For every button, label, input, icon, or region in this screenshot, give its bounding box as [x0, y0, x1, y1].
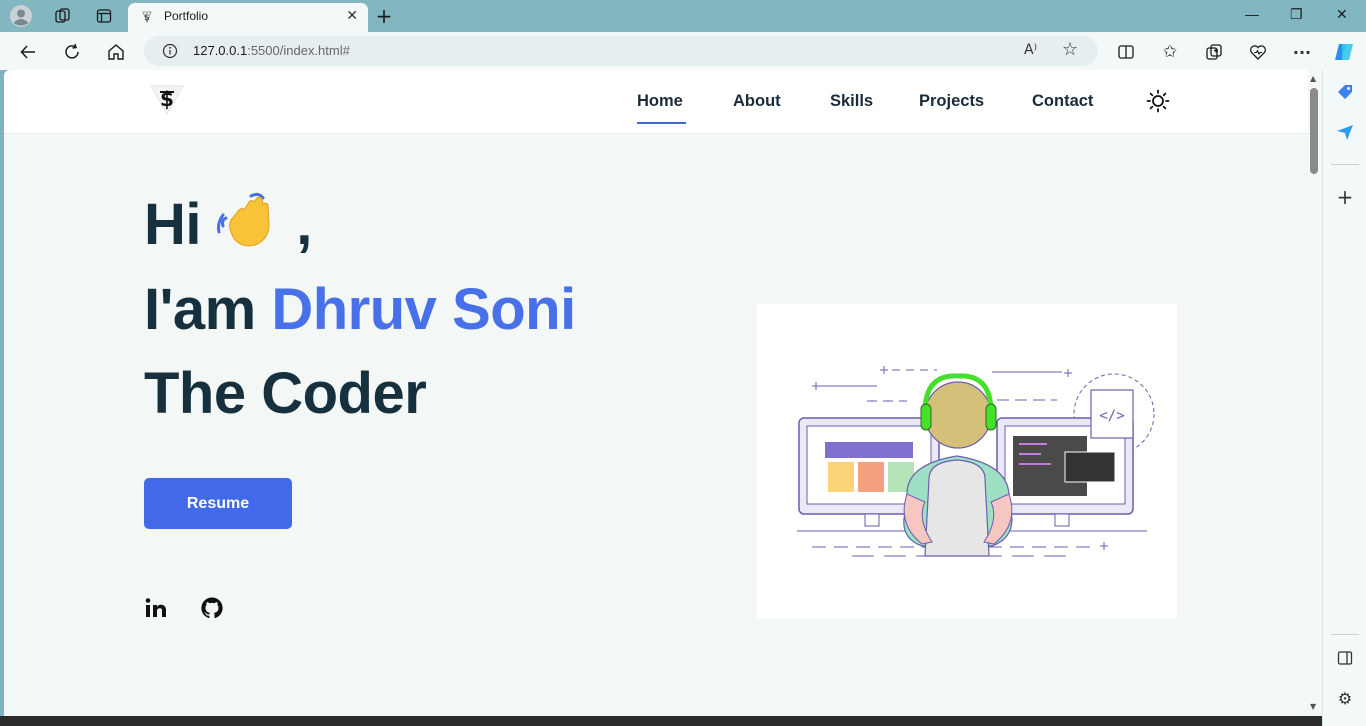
nav-skills[interactable]: Skills: [830, 92, 873, 111]
copilot-icon[interactable]: [1332, 40, 1356, 64]
hide-sidebar-icon[interactable]: [1333, 646, 1357, 670]
hero-greeting: Hi ,: [144, 192, 312, 257]
close-icon[interactable]: ✕: [346, 8, 358, 24]
send-icon[interactable]: [1333, 120, 1357, 144]
refresh-icon[interactable]: [60, 40, 84, 64]
page-viewport: $ Home About Skills Projects Contact Hi …: [4, 70, 1308, 716]
sun-icon[interactable]: [1146, 89, 1170, 113]
github-icon[interactable]: [200, 596, 224, 620]
coder-illustration: </>: [757, 304, 1177, 619]
nav-home[interactable]: Home: [637, 92, 683, 111]
shopping-tag-icon[interactable]: [1333, 80, 1357, 104]
scroll-up-icon[interactable]: ▲: [1310, 74, 1316, 83]
taskbar-edge: [0, 716, 1322, 726]
minimize-icon[interactable]: —: [1245, 6, 1259, 22]
scrollbar-thumb[interactable]: [1310, 88, 1318, 174]
svg-text:$: $: [144, 13, 150, 23]
site-logo[interactable]: $: [148, 84, 186, 116]
read-aloud-icon[interactable]: A⁾: [1024, 42, 1037, 58]
restore-icon[interactable]: ❐: [1290, 6, 1303, 23]
nav-active-indicator: [637, 122, 686, 124]
home-icon[interactable]: [104, 40, 128, 64]
svg-text:$: $: [160, 87, 174, 111]
scroll-down-icon[interactable]: ▼: [1310, 702, 1316, 711]
url-text: 127.0.0.1:5500/index.html#: [193, 43, 350, 58]
hero-tagline: The Coder: [144, 361, 427, 426]
resume-button[interactable]: Resume: [144, 478, 292, 529]
window-close-icon[interactable]: ✕: [1336, 6, 1348, 23]
profile-icon[interactable]: [10, 5, 32, 27]
tab-strip: $ Portfolio ✕ + — ❐ ✕: [0, 0, 1366, 32]
nav-projects[interactable]: Projects: [919, 92, 984, 111]
address-bar[interactable]: 127.0.0.1:5500/index.html# A⁾ ☆: [144, 36, 1098, 66]
split-screen-icon[interactable]: [1114, 40, 1138, 64]
site-info-icon[interactable]: [162, 43, 178, 59]
tab-actions-icon[interactable]: [93, 5, 115, 27]
add-icon[interactable]: +: [1333, 185, 1357, 209]
more-icon[interactable]: ···: [1290, 40, 1314, 64]
hero-name: Dhruv Soni: [271, 277, 576, 342]
svg-text:</>: </>: [1099, 408, 1124, 424]
favorites-icon[interactable]: ✩: [1158, 40, 1182, 64]
collections-icon[interactable]: [1202, 40, 1226, 64]
browser-essentials-icon[interactable]: [1246, 40, 1270, 64]
address-toolbar: 127.0.0.1:5500/index.html# A⁾ ☆ ✩ ···: [0, 32, 1366, 70]
browser-sidebar: + ⚙: [1322, 70, 1366, 726]
new-tab-icon[interactable]: +: [373, 4, 395, 28]
settings-gear-icon[interactable]: ⚙: [1333, 686, 1357, 710]
page-scrollbar[interactable]: ▲ ▼: [1308, 70, 1322, 716]
hero-intro: I'am Dhruv Soni: [144, 277, 576, 342]
tab-title: Portfolio: [164, 9, 209, 23]
favorite-star-icon[interactable]: ☆: [1062, 39, 1078, 60]
site-navbar: $ Home About Skills Projects Contact: [4, 70, 1308, 134]
back-icon[interactable]: [16, 40, 40, 64]
waving-hand-icon: [216, 192, 270, 247]
active-tab[interactable]: $ Portfolio ✕: [128, 3, 368, 32]
workspaces-icon[interactable]: [52, 5, 74, 27]
nav-about[interactable]: About: [733, 92, 781, 111]
linkedin-icon[interactable]: [144, 596, 168, 620]
favicon: $: [142, 11, 152, 24]
nav-contact[interactable]: Contact: [1032, 92, 1093, 111]
